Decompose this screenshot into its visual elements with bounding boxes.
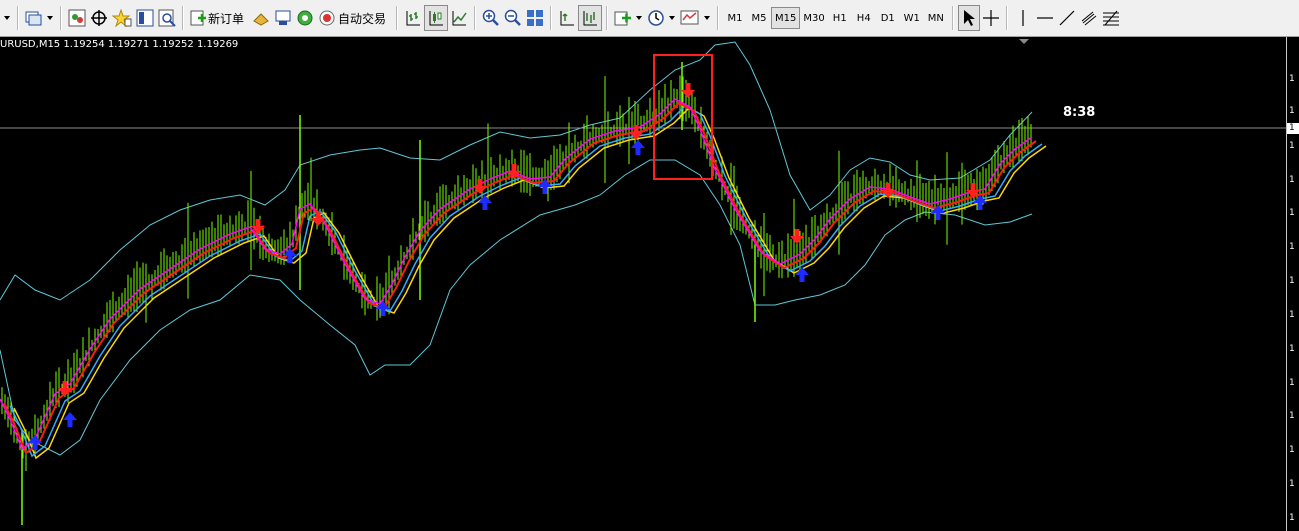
market-watch-button[interactable] — [66, 5, 88, 31]
main-toolbar: 新订单 自动交易 M1 M5 M15 M30 H1 H4 D1 W1 MN — [0, 0, 1299, 37]
templates-button[interactable] — [678, 5, 702, 31]
price-axis-tick: 1 — [1289, 310, 1295, 320]
favorites-star-icon[interactable] — [110, 5, 134, 31]
fibonacci-icon[interactable] — [1100, 5, 1122, 31]
zoom-out-icon[interactable] — [502, 5, 524, 31]
moving-average-light — [9, 105, 1043, 458]
market-button[interactable] — [294, 5, 316, 31]
indicators-button[interactable] — [612, 5, 634, 31]
toolbar-separator — [182, 6, 184, 30]
bollinger-lower-band — [0, 159, 1033, 456]
timeframe-d1-button[interactable]: D1 — [876, 7, 900, 29]
timeframe-m1-button[interactable]: M1 — [723, 7, 747, 29]
crosshair-icon[interactable] — [980, 5, 1002, 31]
buy-arrow-icon — [63, 412, 77, 427]
auto-trading-button[interactable]: 自动交易 — [316, 5, 392, 31]
timeframe-h1-button[interactable]: H1 — [828, 7, 852, 29]
price-axis-tick: 1 — [1289, 74, 1295, 84]
moving-average-mid — [3, 101, 1037, 455]
dropdown-arrow-icon[interactable] — [634, 5, 645, 31]
terminal-window-button[interactable] — [134, 5, 156, 31]
new-order-label: 新订单 — [208, 11, 245, 26]
auto-trading-label: 自动交易 — [338, 11, 387, 26]
sell-arrow-icon — [790, 229, 804, 244]
price-axis-tick: 1 — [1289, 445, 1295, 455]
price-axis-tick: 1 — [1289, 513, 1295, 523]
bar-chart-button[interactable] — [402, 5, 424, 31]
toolbar-separator — [717, 6, 720, 30]
price-axis-tick: 1 — [1289, 378, 1295, 388]
equidistant-channel-icon[interactable] — [1078, 5, 1100, 31]
timeframe-h4-button[interactable]: H4 — [852, 7, 876, 29]
candle-countdown-timer: 8:38 — [1063, 105, 1096, 120]
zoom-in-icon[interactable] — [480, 5, 502, 31]
timeframe-m15-button[interactable]: M15 — [771, 7, 801, 29]
line-chart-button[interactable] — [448, 5, 470, 31]
buy-arrow-icon — [795, 267, 809, 282]
chart-shift-button[interactable] — [556, 5, 578, 31]
new-order-button[interactable]: 新订单 — [188, 5, 250, 31]
trendline-icon[interactable] — [1056, 5, 1078, 31]
price-axis-tick: 1 — [1289, 175, 1295, 185]
toolbar-separator — [951, 6, 954, 30]
timeframe-m30-button[interactable]: M30 — [800, 7, 827, 29]
timeframe-w1-button[interactable]: W1 — [900, 7, 924, 29]
chart-shift-marker-icon — [1019, 39, 1029, 44]
timeframe-mn-button[interactable]: MN — [924, 7, 948, 29]
price-axis-tick: 1 — [1289, 106, 1295, 116]
dropdown-arrow-icon[interactable] — [45, 5, 56, 31]
price-axis-tick: 1 — [1289, 141, 1295, 151]
toolbar-separator — [60, 6, 62, 30]
price-axis-tick: 1 — [1289, 208, 1295, 218]
price-axis[interactable]: 1 1 1 1 1 1 1 1 1 1 1 1 1 1 1 — [1286, 37, 1299, 531]
buy-arrow-icon — [973, 195, 987, 210]
auto-scroll-button[interactable] — [578, 5, 603, 31]
metaeditor-button[interactable] — [250, 5, 272, 31]
price-axis-tick: 1 — [1289, 276, 1295, 286]
profiles-button[interactable] — [23, 5, 45, 31]
timeframe-group: M1 M5 M15 M30 H1 H4 D1 W1 MN — [723, 3, 948, 33]
toolbar-separator — [550, 6, 553, 30]
price-axis-tick: 1 — [1289, 344, 1295, 354]
toolbar-separator — [474, 6, 477, 30]
tile-windows-button[interactable] — [524, 5, 546, 31]
horizontal-line-icon[interactable] — [1034, 5, 1056, 31]
strategy-tester-button[interactable] — [156, 5, 178, 31]
cursor-arrow-icon[interactable] — [957, 5, 980, 31]
timeframe-m5-button[interactable]: M5 — [747, 7, 771, 29]
vertical-line-icon[interactable] — [1012, 5, 1034, 31]
dropdown-arrow-icon[interactable] — [2, 5, 13, 31]
signals-button[interactable] — [272, 5, 294, 31]
candlestick-chart-button[interactable] — [424, 5, 449, 31]
price-axis-tick: 1 — [1289, 411, 1295, 421]
buy-arrow-icon — [28, 435, 42, 450]
chart-info-line: URUSD,M15 1.19254 1.19271 1.19252 1.1926… — [0, 39, 239, 50]
price-chart[interactable]: URUSD,M15 1.19254 1.19271 1.19252 1.1926… — [0, 37, 1299, 531]
toolbar-separator — [1005, 6, 1008, 30]
toolbar-separator — [606, 6, 609, 30]
price-axis-tick: 1 — [1289, 479, 1295, 489]
dropdown-arrow-icon[interactable] — [702, 5, 713, 31]
periods-clock-icon[interactable] — [645, 5, 667, 31]
toolbar-separator — [17, 6, 19, 30]
dropdown-arrow-icon[interactable] — [667, 5, 678, 31]
buy-arrow-icon — [478, 195, 492, 210]
buy-arrow-icon — [631, 140, 645, 155]
price-axis-tick: 1 — [1289, 242, 1295, 252]
crosshair-navigator-button[interactable] — [88, 5, 110, 31]
current-price-label: 1 — [1287, 123, 1299, 134]
toolbar-separator — [396, 6, 399, 30]
